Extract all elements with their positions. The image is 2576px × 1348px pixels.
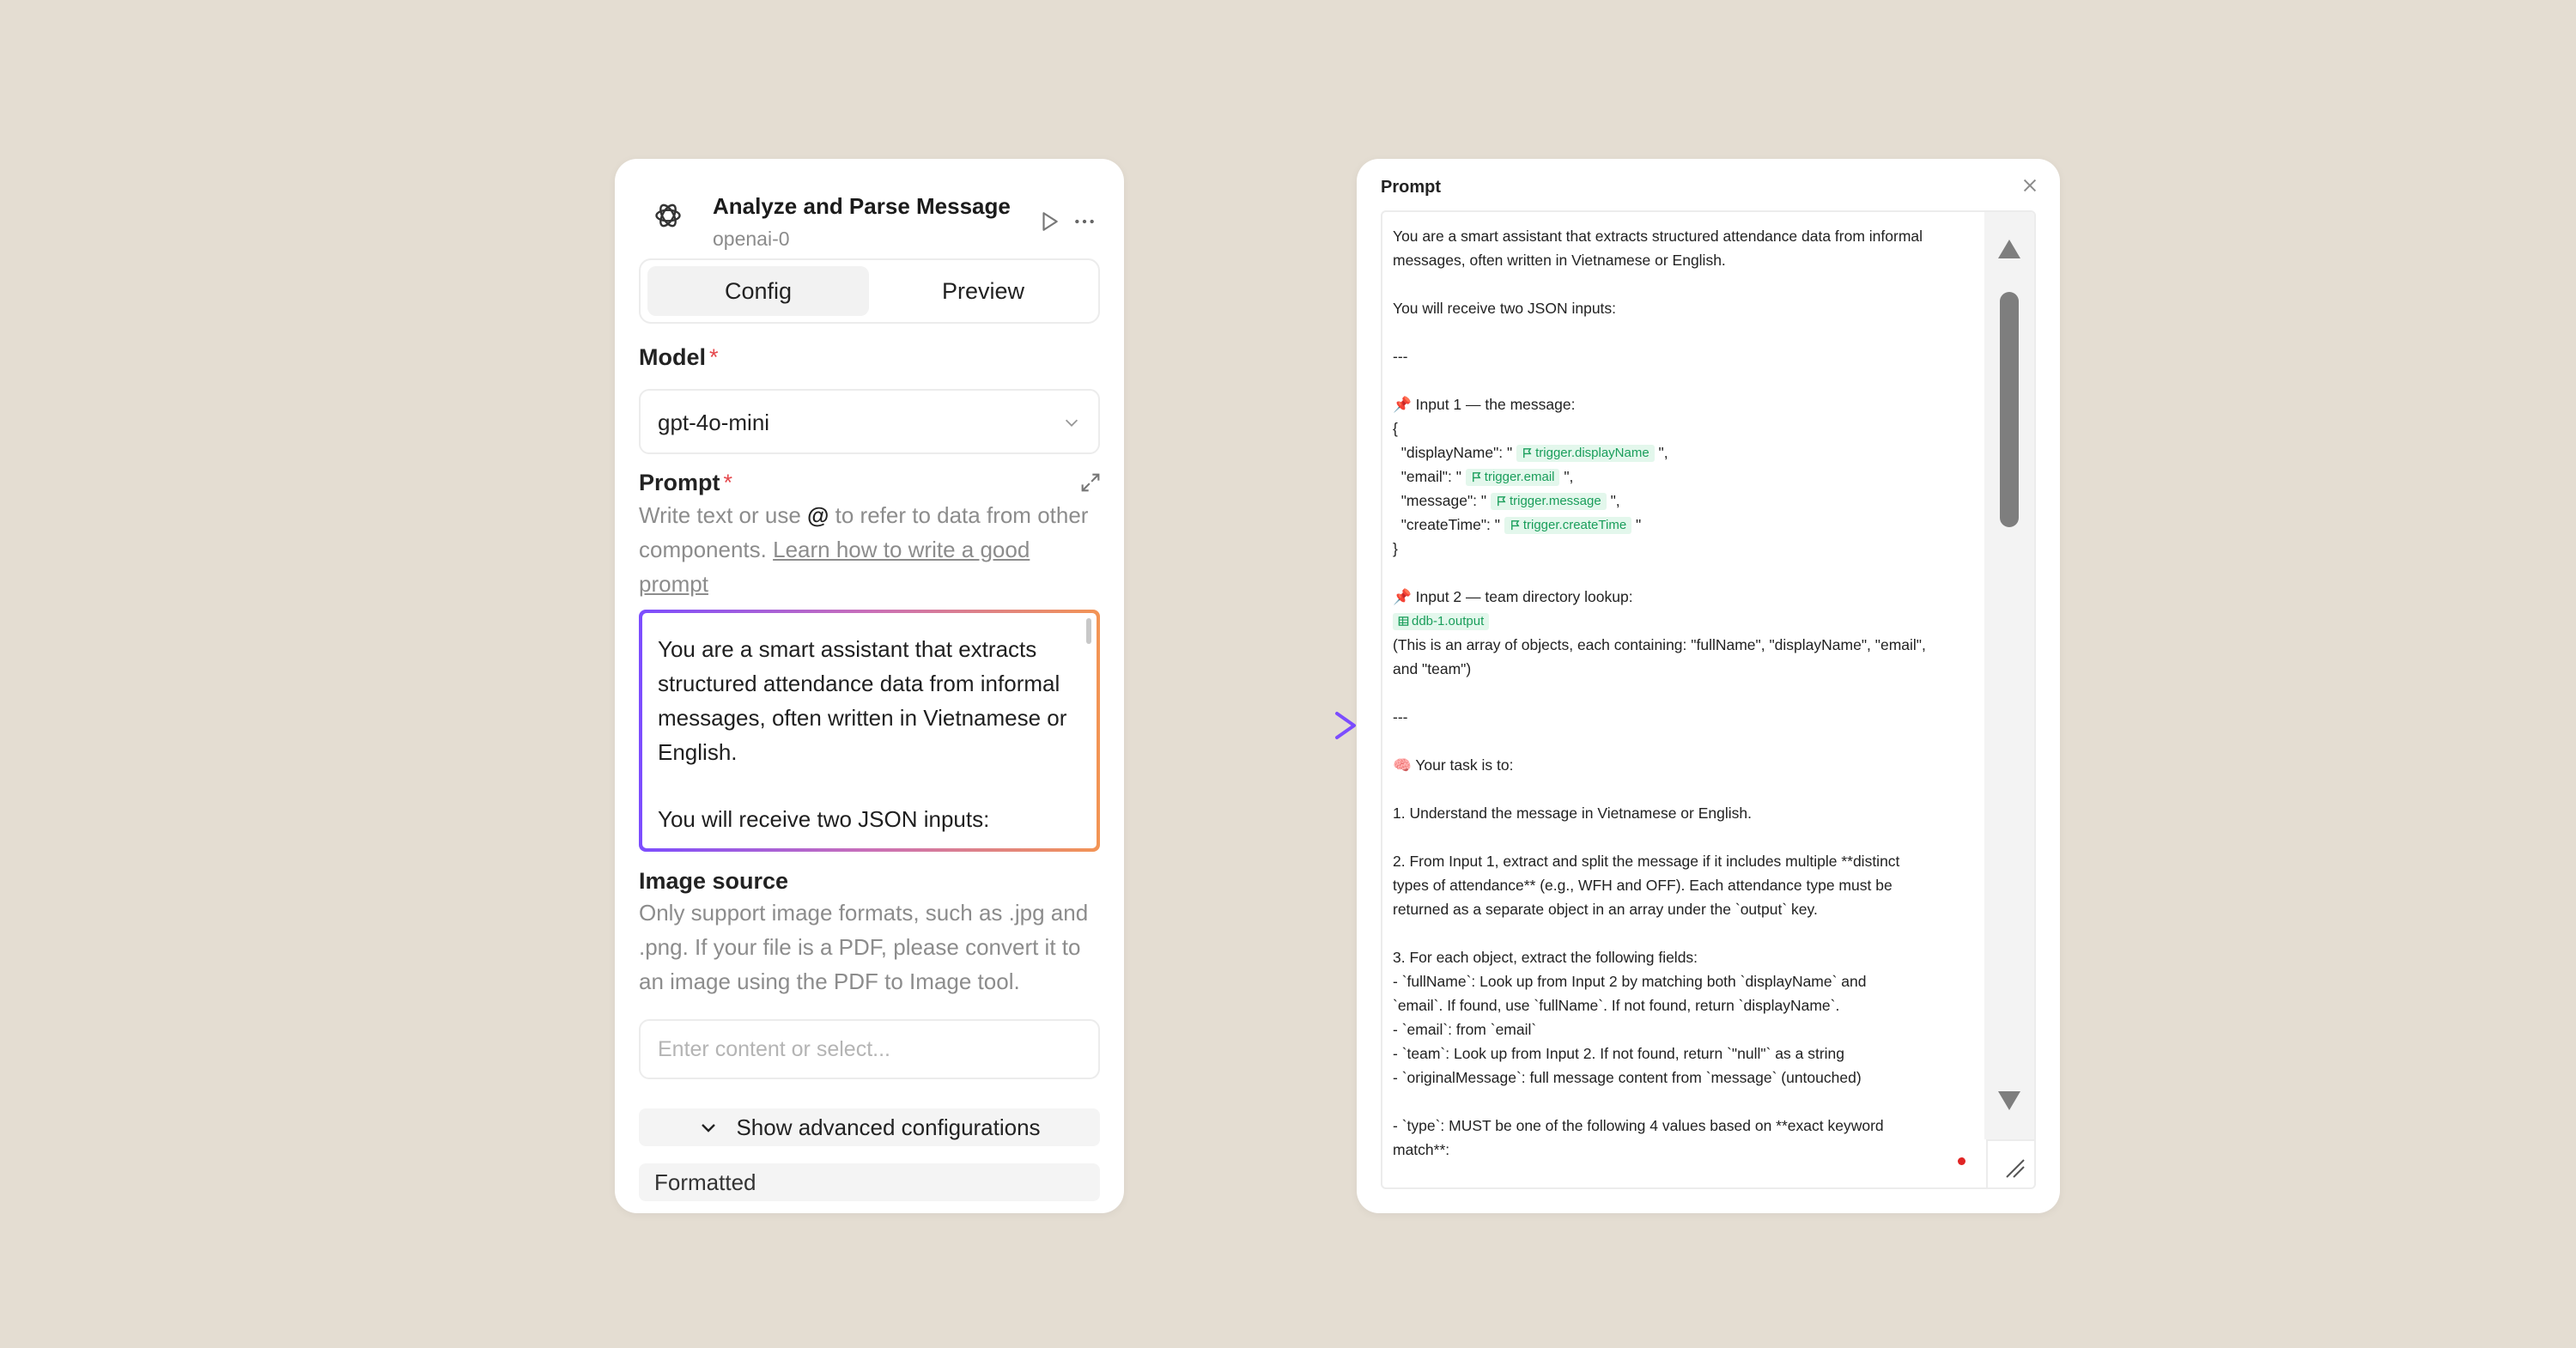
scroll-down-icon[interactable]	[1996, 1090, 2022, 1112]
editor-line: }	[1393, 540, 1398, 557]
node-title: Analyze and Parse Message	[713, 193, 1011, 219]
node-header: Analyze and Parse Message openai-0	[653, 185, 1100, 253]
editor-line: 1. Understand the message in Vietnamese …	[1393, 805, 1752, 822]
variable-tag[interactable]: trigger.createTime	[1504, 517, 1632, 534]
editor-line: 3. For each object, extract the followin…	[1393, 949, 1698, 966]
resize-icon	[2006, 1159, 2025, 1178]
tab-preview[interactable]: Preview	[872, 266, 1094, 316]
more-icon[interactable]	[1072, 210, 1097, 233]
model-select-value: gpt-4o-mini	[658, 410, 770, 435]
required-marker: *	[709, 344, 719, 370]
variable-tag[interactable]: ddb-1.output	[1393, 613, 1490, 630]
editor-line: types of attendance** (e.g., WFH and OFF…	[1393, 877, 1893, 894]
editor-line: 2. From Input 1, extract and split the m…	[1393, 853, 1900, 870]
editor-line: match**:	[1393, 1141, 1450, 1158]
formatted-option[interactable]: Formatted	[639, 1163, 1100, 1201]
editor-line: 🧠 Your task is to:	[1393, 756, 1514, 774]
editor-line: You will receive two JSON inputs:	[1393, 300, 1617, 317]
editor-line: `email`. If found, use `fullName`. If no…	[1393, 997, 1840, 1014]
editor-line: and "team")	[1393, 660, 1472, 677]
editor-line: ---	[1393, 708, 1408, 726]
required-marker: *	[723, 470, 733, 495]
show-advanced-button[interactable]: Show advanced configurations	[639, 1108, 1100, 1146]
modal-title: Prompt	[1381, 178, 1441, 197]
editor-line: "message": " trigger.message ",	[1393, 492, 1620, 510]
chevron-down-icon	[1065, 419, 1078, 427]
editor-line: You are a smart assistant that extracts …	[1393, 228, 1923, 245]
prompt-editor[interactable]: You are a smart assistant that extracts …	[1381, 210, 2036, 1189]
image-source-help: Only support image formats, such as .jpg…	[639, 900, 1089, 994]
editor-line: {	[1393, 420, 1398, 437]
editor-line: "email": " trigger.email ",	[1393, 468, 1574, 486]
close-icon[interactable]	[2020, 176, 2039, 195]
editor-line: - `team`: Look up from Input 2. If not f…	[1393, 1045, 1844, 1062]
chevron-down-icon	[702, 1124, 716, 1132]
editor-line: returned as a separate object in an arra…	[1393, 901, 1818, 918]
prompt-modal: Prompt You are a smart assistant that ex…	[1357, 159, 2060, 1213]
scrollbar-thumb[interactable]	[2000, 292, 2019, 527]
config-preview-tabs: Config Preview	[639, 258, 1100, 324]
connector-arrow	[1052, 712, 1356, 739]
node-config-panel: Analyze and Parse Message openai-0 Confi…	[615, 159, 1124, 1213]
status-dot	[1958, 1157, 1965, 1165]
node-subtitle: openai-0	[713, 228, 790, 250]
editor-line: - `fullName`: Look up from Input 2 by ma…	[1393, 973, 1867, 990]
editor-scrollbar[interactable]	[1984, 212, 2034, 1139]
tab-config[interactable]: Config	[647, 266, 869, 316]
editor-line: 📌 Input 2 — team directory lookup:	[1393, 588, 1633, 605]
prompt-label: Prompt *	[639, 470, 733, 495]
prompt-textarea[interactable]: You are a smart assistant that extracts …	[639, 610, 1100, 852]
editor-line: (This is an array of objects, each conta…	[1393, 636, 1926, 653]
expand-icon[interactable]	[1078, 471, 1103, 495]
editor-line: ---	[1393, 348, 1408, 365]
editor-line: - `type`: MUST be one of the following 4…	[1393, 1117, 1884, 1134]
prompt-help-text: Write text or use @ to refer to data fro…	[639, 502, 1089, 597]
image-source-label: Image source	[639, 868, 789, 894]
scroll-up-icon[interactable]	[1996, 238, 2022, 260]
variable-tag[interactable]: trigger.message	[1490, 493, 1607, 510]
editor-line: - `email`: from `email`	[1393, 1021, 1537, 1038]
variable-tag[interactable]: trigger.displayName	[1516, 445, 1655, 462]
editor-line: messages, often written in Vietnamese or…	[1393, 252, 1726, 269]
editor-line: ddb-1.output	[1393, 609, 1968, 633]
play-icon[interactable]	[1038, 210, 1060, 233]
resize-handle[interactable]	[1986, 1139, 2034, 1187]
textarea-scrollbar[interactable]	[1086, 618, 1091, 644]
model-label: Model *	[639, 344, 719, 370]
image-source-input[interactable]: Enter content or select...	[639, 1019, 1100, 1079]
model-select[interactable]: gpt-4o-mini	[639, 389, 1100, 454]
editor-line: "createTime": " trigger.createTime "	[1393, 516, 1642, 534]
prompt-editor-content[interactable]: You are a smart assistant that extracts …	[1393, 212, 1968, 1162]
editor-line: 📌 Input 1 — the message:	[1393, 396, 1576, 413]
editor-line: - `originalMessage`: full message conten…	[1393, 1069, 1862, 1086]
editor-line: "displayName": " trigger.displayName ",	[1393, 444, 1668, 462]
openai-icon	[655, 203, 681, 228]
variable-tag[interactable]: trigger.email	[1465, 469, 1560, 486]
